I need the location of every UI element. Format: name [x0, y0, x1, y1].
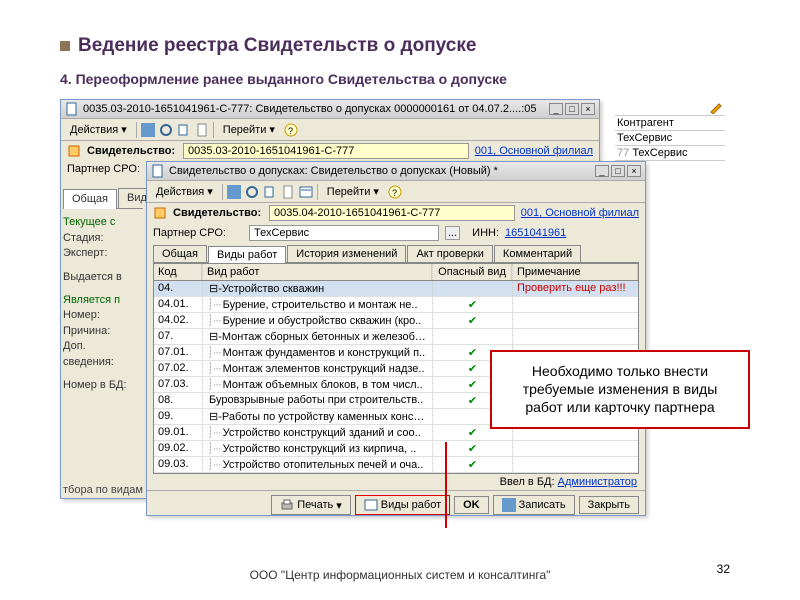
group-prev: Является п: [63, 293, 143, 308]
close-button[interactable]: ×: [581, 103, 595, 115]
back-window-title: 0035.03-2010-1651041961-С-777: Свидетель…: [83, 103, 537, 115]
slide-subtitle: 4. Переоформление ранее выданного Свидет…: [60, 71, 740, 87]
cert-input[interactable]: [183, 143, 469, 159]
partner-label: Партнер СРО:: [153, 227, 243, 239]
lookup-button[interactable]: ...: [445, 226, 460, 240]
document-icon: [151, 164, 165, 178]
callout-box: Необходимо только внести требуемые измен…: [490, 350, 750, 429]
branch-link[interactable]: 001, Основной филиал: [521, 207, 639, 219]
tab-Общая[interactable]: Общая: [153, 245, 207, 262]
partner-label: Партнер СРО:: [67, 163, 157, 175]
maximize-button[interactable]: □: [565, 103, 579, 115]
col-note[interactable]: Примечание: [512, 264, 638, 280]
reason-label: Причина:: [63, 324, 143, 339]
number-label: Номер:: [63, 308, 143, 323]
doc-icon[interactable]: [281, 185, 295, 199]
extra-label: Доп. сведения:: [63, 339, 143, 370]
copy-icon[interactable]: [177, 123, 191, 137]
minimize-button[interactable]: _: [595, 165, 609, 177]
list-icon[interactable]: [299, 185, 313, 199]
tab-История изменений[interactable]: История изменений: [287, 245, 406, 262]
help-icon[interactable]: ?: [388, 185, 402, 199]
print-button[interactable]: Печать ▾: [271, 495, 351, 515]
stage-label: Стадия:: [63, 231, 143, 246]
table-row[interactable]: 04.02.┊···Бурение и обустройство скважин…: [154, 313, 638, 329]
inn-link[interactable]: 1651041961: [505, 227, 566, 239]
actions-menu[interactable]: Действия ▾: [65, 121, 132, 138]
footer-text: ООО "Центр информационных систем и конса…: [0, 568, 800, 582]
branch-link[interactable]: 001, Основной филиал: [475, 145, 593, 157]
close-button[interactable]: ×: [627, 165, 641, 177]
help-icon[interactable]: ?: [284, 123, 298, 137]
db-user-link[interactable]: Администратор: [558, 476, 637, 488]
copy-icon[interactable]: [263, 185, 277, 199]
table-row[interactable]: 09.03.┊···Устройство отопительных печей …: [154, 457, 638, 473]
table-row[interactable]: 04.⊟-Устройство скважинПроверить еще раз…: [154, 281, 638, 297]
dbnum-label: Номер в БД:: [63, 378, 143, 393]
expert-label: Эксперт:: [63, 246, 143, 261]
refresh-icon[interactable]: [245, 185, 259, 199]
minimize-button[interactable]: _: [549, 103, 563, 115]
bullet-icon: [60, 41, 70, 51]
doc-icon[interactable]: [195, 123, 209, 137]
tab-Акт проверки[interactable]: Акт проверки: [407, 245, 492, 262]
table-row[interactable]: 07.⊟-Монтаж сборных бетонных и железобет…: [154, 329, 638, 345]
table-row[interactable]: 04.01.┊···Бурение, строительство и монта…: [154, 297, 638, 313]
cert-label: Свидетельство:: [87, 145, 177, 157]
close-button[interactable]: Закрыть: [579, 496, 639, 514]
page-number: 32: [717, 562, 730, 576]
list-icon: [364, 498, 378, 512]
kontragent-label: Контрагент: [617, 117, 674, 129]
col-name[interactable]: Вид работ: [202, 264, 432, 280]
cert-label: Свидетельство:: [173, 207, 263, 219]
partner-input[interactable]: [249, 225, 439, 241]
tab-general-back[interactable]: Общая: [63, 189, 117, 209]
refresh-icon[interactable]: [159, 123, 173, 137]
cert-icon: [67, 144, 81, 158]
inn-label: ИНН:: [472, 227, 499, 239]
svg-text:?: ?: [392, 188, 397, 198]
col-code[interactable]: Код: [154, 264, 202, 280]
save-icon[interactable]: [141, 123, 155, 137]
save-icon: [502, 498, 516, 512]
tab-Комментарий[interactable]: Комментарий: [494, 245, 581, 262]
cert-input[interactable]: [269, 205, 515, 221]
filter-label: тбора по видам ра: [63, 484, 158, 496]
document-icon: [65, 102, 79, 116]
goto-menu[interactable]: Перейти ▾: [322, 183, 384, 200]
slide-title: Ведение реестра Свидетельств о допуске: [78, 35, 476, 56]
ok-button[interactable]: OK: [454, 496, 489, 514]
pencil-icon[interactable]: [709, 100, 723, 114]
printer-icon: [280, 498, 294, 512]
table-row[interactable]: 09.02.┊···Устройство конструкций из кирп…: [154, 441, 638, 457]
cert-icon: [153, 206, 167, 220]
tab-Виды работ[interactable]: Виды работ: [208, 246, 286, 263]
save-button[interactable]: Записать: [493, 495, 575, 515]
goto-menu[interactable]: Перейти ▾: [218, 121, 280, 138]
tekhservice-value: ТехСервис: [617, 132, 672, 144]
row-num: 77: [617, 147, 629, 159]
maximize-button[interactable]: □: [611, 165, 625, 177]
front-window-title: Свидетельство о допусках: Свидетельство …: [169, 165, 498, 177]
works-button[interactable]: Виды работ: [355, 495, 450, 515]
actions-menu[interactable]: Действия ▾: [151, 183, 218, 200]
save-icon[interactable]: [227, 185, 241, 199]
issued-label: Выдается в: [63, 270, 143, 285]
svg-text:?: ?: [288, 126, 293, 136]
callout-connector: [445, 442, 447, 528]
group-current: Текущее с: [63, 215, 143, 230]
db-label: Ввел в БД:: [500, 476, 555, 488]
col-dop[interactable]: Опасный вид: [432, 264, 512, 280]
